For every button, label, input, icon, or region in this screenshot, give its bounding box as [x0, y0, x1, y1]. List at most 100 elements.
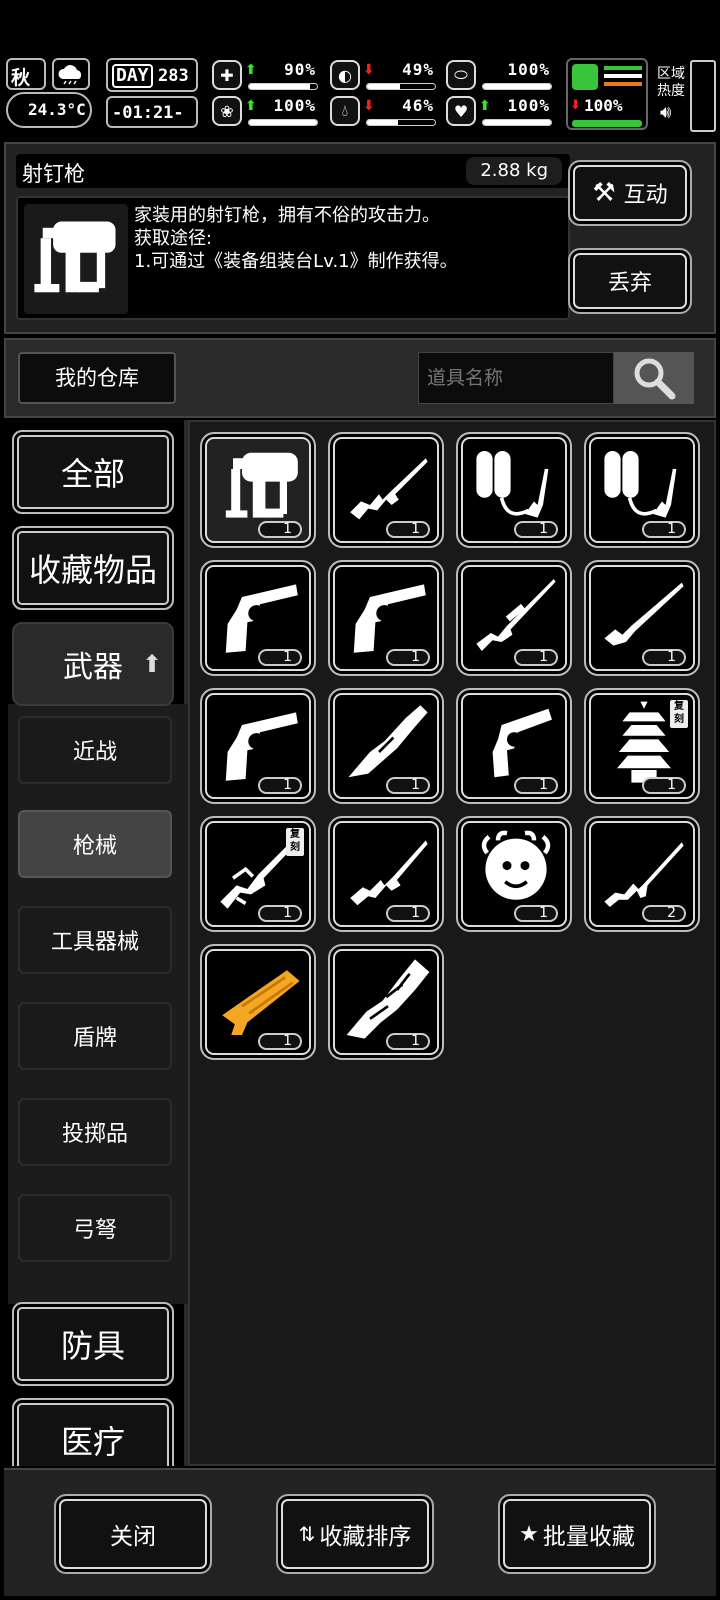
item-count: 1 — [386, 521, 430, 538]
category-label: 医疗 — [60, 1423, 125, 1461]
inventory-slot[interactable]: 1 — [328, 560, 444, 676]
inventory-slot[interactable]: 1 — [328, 944, 444, 1060]
item-description: 家装用的射钉枪，拥有不俗的攻击力。 获取途径: 1.可通过《装备组装台Lv.1》… — [134, 205, 458, 272]
inventory-slot[interactable]: 1 — [200, 560, 316, 676]
stat-bar — [482, 83, 552, 90]
speaker-icon[interactable]: 🔊︎ — [660, 102, 671, 123]
inventory-slot[interactable]: 1 — [456, 688, 572, 804]
temperature-display: 24.3°C — [6, 92, 92, 128]
subcategory-shields[interactable]: 盾牌 — [18, 1002, 172, 1070]
stamina-panel: ⬇ 100% — [566, 58, 648, 130]
item-count: 1 — [386, 1033, 430, 1050]
category-all[interactable]: 全部 — [12, 430, 174, 514]
stat-value: 100% — [273, 96, 316, 115]
inventory-slot[interactable]: 1 — [328, 688, 444, 804]
trend-down-icon: ⬇ — [363, 62, 375, 78]
season-badge: 秋 — [6, 58, 46, 90]
warehouse-bar: 我的仓库 — [4, 338, 716, 418]
reprint-tag: 复刻 — [670, 700, 688, 728]
stat-value: 90% — [284, 60, 316, 79]
sort-favorites-button[interactable]: ⇅ 收藏排序 — [276, 1494, 434, 1574]
inventory-slot[interactable]: 1 — [456, 560, 572, 676]
carbine-icon — [350, 840, 428, 906]
nail-gun-icon — [225, 452, 298, 518]
item-count: 1 — [258, 1033, 302, 1050]
category-label: 收藏物品 — [28, 551, 157, 589]
inventory-slot[interactable]: 1 — [328, 816, 444, 932]
category-label: 防具 — [60, 1327, 125, 1365]
subcategory-melee[interactable]: 近战 — [18, 716, 172, 784]
batch-favorite-label: 批量收藏 — [542, 1524, 635, 1550]
item-count: 1 — [258, 521, 302, 538]
stat-value: 100% — [507, 96, 550, 115]
subcategory-throwables[interactable]: 投掷品 — [18, 1098, 172, 1166]
discard-button[interactable]: 丢弃 — [568, 248, 692, 314]
revolver-icon — [225, 712, 298, 781]
batch-favorite-button[interactable]: ★ 批量收藏 — [498, 1494, 656, 1574]
inventory-slot[interactable]: 1 — [456, 432, 572, 548]
item-count: 1 — [258, 777, 302, 794]
stat-bar — [482, 119, 552, 126]
stat-heart: ♥ ⬆ 100% — [446, 96, 556, 128]
item-count: 1 — [642, 521, 686, 538]
close-button[interactable]: 关闭 — [54, 1494, 212, 1574]
status-bar: 秋 24.3°C DAY 283 -01:21- ✚ ⬆ 90% ◐ ⬇ 49%… — [0, 56, 720, 136]
inventory-slot[interactable]: 1 — [200, 688, 316, 804]
day-value: 283 — [158, 66, 189, 86]
item-weight: 2.88 kg — [466, 157, 562, 185]
subcategory-label: 盾牌 — [72, 1026, 117, 1051]
tribal-cannon-icon — [346, 959, 430, 1039]
bottom-action-bar: 关闭 ⇅ 收藏排序 ★ 批量收藏 — [4, 1468, 716, 1596]
inventory-slot[interactable]: 复刻 1 — [584, 688, 700, 804]
category-medical[interactable]: 医疗 — [12, 1398, 174, 1466]
search-icon — [634, 358, 676, 400]
subcategory-firearms[interactable]: 枪械 — [18, 810, 172, 878]
inventory-slot[interactable]: 1 — [200, 944, 316, 1060]
category-armor[interactable]: 防具 — [12, 1302, 174, 1386]
stat-thirst: 💧︎ ⬇ 46% — [330, 96, 440, 128]
stat-value: 100% — [507, 60, 550, 79]
heart-icon: ♥ — [446, 96, 476, 126]
subcategory-tools[interactable]: 工具器械 — [18, 906, 172, 974]
water-drop-icon: 💧︎ — [330, 96, 360, 126]
star-icon: ★ — [519, 1521, 539, 1547]
inventory-slot[interactable]: 1 — [456, 816, 572, 932]
interact-button[interactable]: ⚒ 互动 — [568, 160, 692, 226]
category-favorites[interactable]: 收藏物品 — [12, 526, 174, 610]
inventory-slot[interactable]: 1 — [584, 560, 700, 676]
inventory-slot[interactable]: 2 — [584, 816, 700, 932]
search-input[interactable] — [418, 352, 614, 404]
discard-label: 丢弃 — [607, 271, 652, 296]
inventory-slot[interactable]: 1 — [200, 432, 316, 548]
clock: -01:21- — [106, 96, 198, 128]
sniper-rifle-icon — [476, 579, 556, 651]
inventory-slot[interactable]: 复刻 1 — [200, 816, 316, 932]
region-heat-gauge — [690, 60, 716, 132]
medkit-icon: ✚ — [212, 60, 242, 90]
golden-shotgun-icon — [222, 970, 300, 1035]
category-weapons[interactable]: 武器 ⬆ — [12, 622, 174, 706]
item-count: 1 — [258, 649, 302, 666]
stamina-value: 100% — [584, 96, 623, 115]
inventory-grid: 1 1 1 1 1 1 1 1 1 1 1 复刻 1 复刻 1 1 1 2 1 … — [188, 420, 716, 1466]
inventory-slot[interactable]: 1 — [584, 432, 700, 548]
arrow-up-icon: ⬆ — [141, 650, 162, 678]
search-button[interactable] — [614, 352, 694, 404]
assault-rifle-icon — [350, 458, 428, 520]
stat-health: ✚ ⬆ 90% — [212, 60, 322, 92]
item-count: 1 — [514, 521, 558, 538]
stomach-icon: ◐ — [330, 60, 360, 90]
item-count: 1 — [642, 649, 686, 666]
item-count: 1 — [514, 777, 558, 794]
item-count: 1 — [642, 777, 686, 794]
subcategory-label: 弓弩 — [72, 1218, 117, 1243]
item-title-bar: 射钉枪 2.88 kg — [16, 154, 570, 188]
interact-label: 互动 — [623, 183, 668, 208]
subcategory-bows[interactable]: 弓弩 — [18, 1194, 172, 1262]
category-sidebar[interactable]: 全部 收藏物品 武器 ⬆ 近战 枪械 工具器械 盾牌 投掷品 弓弩 防具 医疗 — [4, 420, 188, 1466]
trend-up-icon: ⬆ — [245, 98, 257, 114]
trend-up-icon: ⬆ — [479, 98, 491, 114]
item-description-box: 家装用的射钉枪，拥有不俗的攻击力。 获取途径: 1.可通过《装备组装台Lv.1》… — [16, 196, 570, 320]
trend-down-icon: ⬇ — [363, 98, 375, 114]
inventory-slot[interactable]: 1 — [328, 432, 444, 548]
